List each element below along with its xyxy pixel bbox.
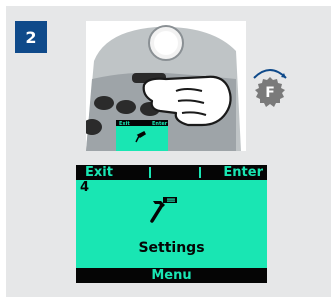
step-number: 2 — [25, 27, 37, 47]
instruction-panel: 2 Exit Enter F Exit Enter 4 Settings Men… — [0, 0, 331, 297]
middle-softkey[interactable] — [149, 167, 201, 178]
exit-softkey[interactable]: Exit — [85, 165, 113, 180]
hammer-icon — [149, 194, 179, 224]
menu-index: 4 — [80, 180, 90, 195]
device-illustration: Exit Enter — [86, 21, 246, 151]
enter-softkey[interactable]: Enter — [223, 165, 263, 180]
f-key-label: F — [265, 85, 275, 101]
mini-softkey-left: Exit — [119, 121, 130, 127]
menu-softkey[interactable]: Menu — [76, 268, 267, 283]
lcd-screen: Exit Enter 4 Settings Menu — [76, 165, 267, 283]
step-number-badge: 2 — [15, 21, 47, 53]
menu-title: Settings — [138, 240, 205, 256]
mini-softkey-right: Enter — [152, 121, 168, 127]
f-key-icon[interactable]: F — [248, 64, 292, 108]
